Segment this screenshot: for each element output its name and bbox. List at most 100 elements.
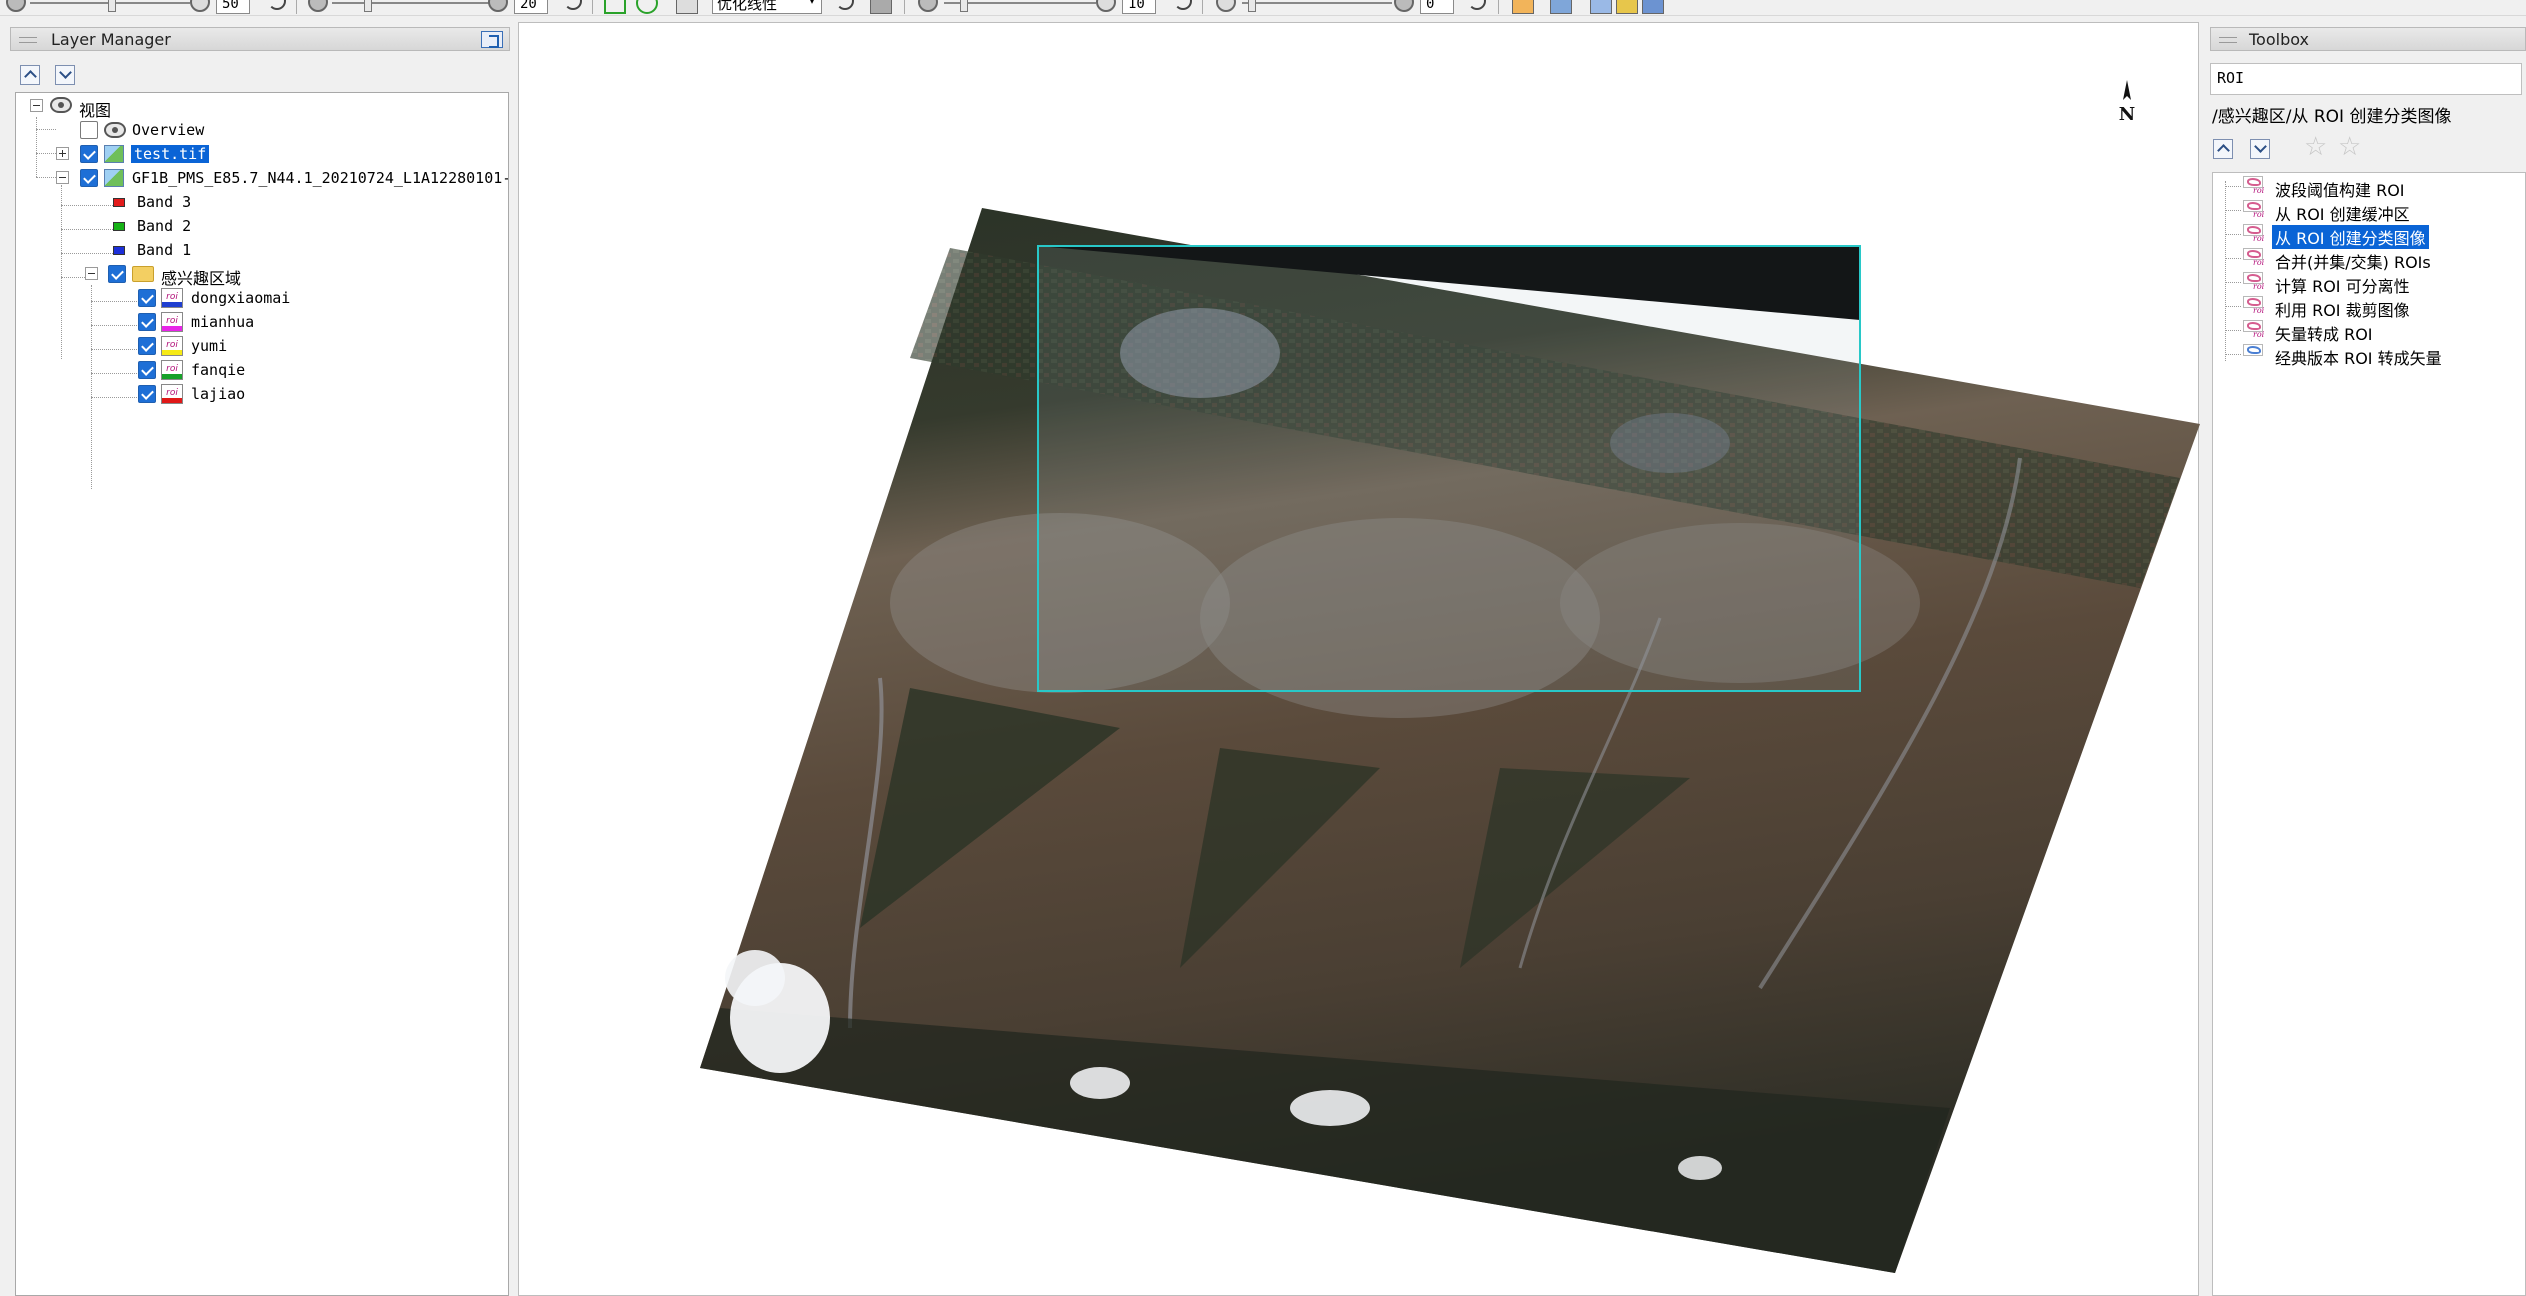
tool-item-selected[interactable]: roi 从 ROI 创建分类图像 [2213, 223, 2525, 249]
toolbox-titlebar[interactable]: Toolbox [2210, 27, 2526, 51]
layer-move-down-button[interactable] [55, 65, 75, 85]
roi-visibility-checkbox[interactable] [138, 313, 156, 331]
tree-node-label: GF1B_PMS_E85.7_N44.1_20210724_L1A1228010… [132, 169, 509, 187]
folder-icon [132, 266, 154, 282]
roi-visibility-checkbox[interactable] [138, 361, 156, 379]
roi-tool-icon: roi [2243, 224, 2267, 244]
tree-node-label: 感兴趣区域 [161, 269, 242, 288]
contrast-reset-icon[interactable] [564, 0, 582, 10]
north-arrow-icon: N [2119, 80, 2135, 125]
table-tool-icon[interactable] [1550, 0, 1572, 14]
favorite-star-icon[interactable]: ☆ [2304, 134, 2328, 160]
layer-manager-title: Layer Manager [51, 30, 171, 49]
tree-node-band[interactable]: Band 3 [16, 191, 316, 213]
view-single-icon[interactable] [1590, 0, 1612, 14]
toolbox-search-input[interactable]: ROI [2210, 63, 2522, 95]
print-icon[interactable] [870, 0, 892, 14]
tree-guide-line [2225, 354, 2241, 355]
collapse-toggle[interactable] [56, 171, 69, 184]
view-split-icon[interactable] [1616, 0, 1638, 14]
layer-tree: 视图 Overview test.tif GF1B_PMS_E85.7_N44.… [15, 92, 509, 1296]
test-tif-visibility-checkbox[interactable] [80, 145, 98, 163]
tool-item[interactable]: roi 从 ROI 创建缓冲区 [2213, 199, 2525, 224]
roi-visibility-checkbox[interactable] [138, 337, 156, 355]
tool-item[interactable]: roi 计算 ROI 可分离性 [2213, 271, 2525, 296]
tool-item[interactable]: roi 合并(并集/交集) ROIs [2213, 247, 2525, 272]
toolbox-expand-button[interactable] [2250, 139, 2270, 159]
favorite-star-icon[interactable]: ☆ [2338, 134, 2362, 160]
drag-grip-icon[interactable] [2219, 37, 2237, 43]
contrast-value-input[interactable]: 20 [514, 0, 548, 14]
tree-node-label: dongxiaomai [191, 289, 291, 307]
satellite-image[interactable] [700, 208, 2200, 1288]
tool-item[interactable]: roi 利用 ROI 裁剪图像 [2213, 295, 2525, 320]
toolbar-separator [904, 0, 905, 14]
layer-move-up-button[interactable] [20, 65, 40, 85]
tool-label: 计算 ROI 可分离性 [2275, 277, 2410, 296]
toolbox-current-path: /感兴趣区/从 ROI 创建分类图像 [2212, 107, 2452, 127]
roi-tool-icon: roi [2243, 296, 2267, 316]
tree-guide-line [2225, 186, 2241, 187]
tool-item[interactable]: roi 矢量转成 ROI [2213, 319, 2525, 344]
tree-node-label: fanqie [191, 361, 246, 379]
tree-node-roi[interactable]: roi mianhua [16, 311, 316, 333]
expand-toggle[interactable] [56, 147, 69, 160]
contrast-slider-track[interactable] [332, 2, 490, 4]
view-grid-icon[interactable] [1642, 0, 1664, 14]
roi-visibility-checkbox[interactable] [138, 385, 156, 403]
tree-node-gf1b-image[interactable]: GF1B_PMS_E85.7_N44.1_20210724_L1A1228010… [16, 167, 509, 189]
chart-tool-icon[interactable] [1512, 0, 1534, 14]
chevron-down-icon: ▾ [808, 0, 815, 7]
contrast-high-icon [488, 0, 508, 12]
roi-rectangle[interactable] [1037, 245, 1861, 692]
tree-node-roi[interactable]: roi yumi [16, 335, 316, 357]
gf1b-visibility-checkbox[interactable] [80, 169, 98, 187]
tool-label: 利用 ROI 裁剪图像 [2275, 301, 2410, 320]
collapse-toggle[interactable] [30, 99, 43, 112]
stretch-type-select[interactable]: 优化线性 ▾ [712, 0, 822, 14]
sharpen-slider-thumb[interactable] [960, 0, 968, 12]
tree-node-overview[interactable]: Overview [16, 119, 316, 141]
roi-visibility-checkbox[interactable] [138, 289, 156, 307]
tree-node-test-tif[interactable]: test.tif [16, 143, 316, 165]
layer-manager-titlebar[interactable]: Layer Manager [10, 27, 510, 51]
cloud [725, 950, 785, 1006]
sharpen-value-input[interactable]: 10 [1122, 0, 1156, 14]
tree-node-label: Band 3 [137, 193, 192, 211]
tool-item[interactable]: roi 波段阈值构建 ROI [2213, 175, 2525, 200]
toolbox-collapse-button[interactable] [2213, 139, 2233, 159]
pin-icon[interactable] [481, 31, 503, 48]
drag-grip-icon[interactable] [19, 37, 37, 43]
overview-visibility-checkbox[interactable] [80, 121, 98, 139]
collapse-toggle[interactable] [85, 267, 98, 280]
tree-node-roi-folder[interactable]: 感兴趣区域 [16, 263, 316, 288]
transparency-value-input[interactable]: 0 [1420, 0, 1454, 14]
tree-node-roi[interactable]: roi lajiao [16, 383, 316, 405]
brightness-reset-icon[interactable] [268, 0, 286, 10]
roi-folder-visibility-checkbox[interactable] [108, 265, 126, 283]
tree-guide-line [2225, 234, 2241, 235]
band-color-swatch [113, 246, 125, 255]
tree-node-band[interactable]: Band 2 [16, 215, 316, 237]
contrast-slider-thumb[interactable] [364, 0, 372, 12]
tree-node-roi[interactable]: roi fanqie [16, 359, 316, 381]
stretch-lock-icon[interactable] [676, 0, 698, 14]
stretch-refresh-icon[interactable] [636, 0, 658, 14]
stretch-extent-icon[interactable] [604, 0, 626, 14]
image-adjust-toolbar: 50 20 优化线性 ▾ 10 0 [0, 0, 2526, 16]
transparency-reset-icon[interactable] [1468, 0, 1486, 10]
tree-node-label: Overview [132, 121, 205, 139]
tool-item[interactable]: 经典版本 ROI 转成矢量 [2213, 343, 2525, 368]
brightness-slider-thumb[interactable] [108, 0, 116, 12]
sharpen-reset-icon[interactable] [1174, 0, 1192, 10]
transparency-slider-thumb[interactable] [1248, 0, 1256, 12]
tree-node-roi[interactable]: roi dongxiaomai [16, 287, 316, 309]
transparency-slider-track[interactable] [1242, 2, 1392, 4]
tree-node-root[interactable]: 视图 [16, 95, 316, 120]
tree-node-band[interactable]: Band 1 [16, 239, 316, 261]
contrast-low-icon [308, 0, 328, 12]
brightness-value-input[interactable]: 50 [216, 0, 250, 14]
transparency-low-icon [1216, 0, 1236, 12]
tree-guide-line [2225, 306, 2241, 307]
stretch-reset-icon[interactable] [836, 0, 854, 10]
